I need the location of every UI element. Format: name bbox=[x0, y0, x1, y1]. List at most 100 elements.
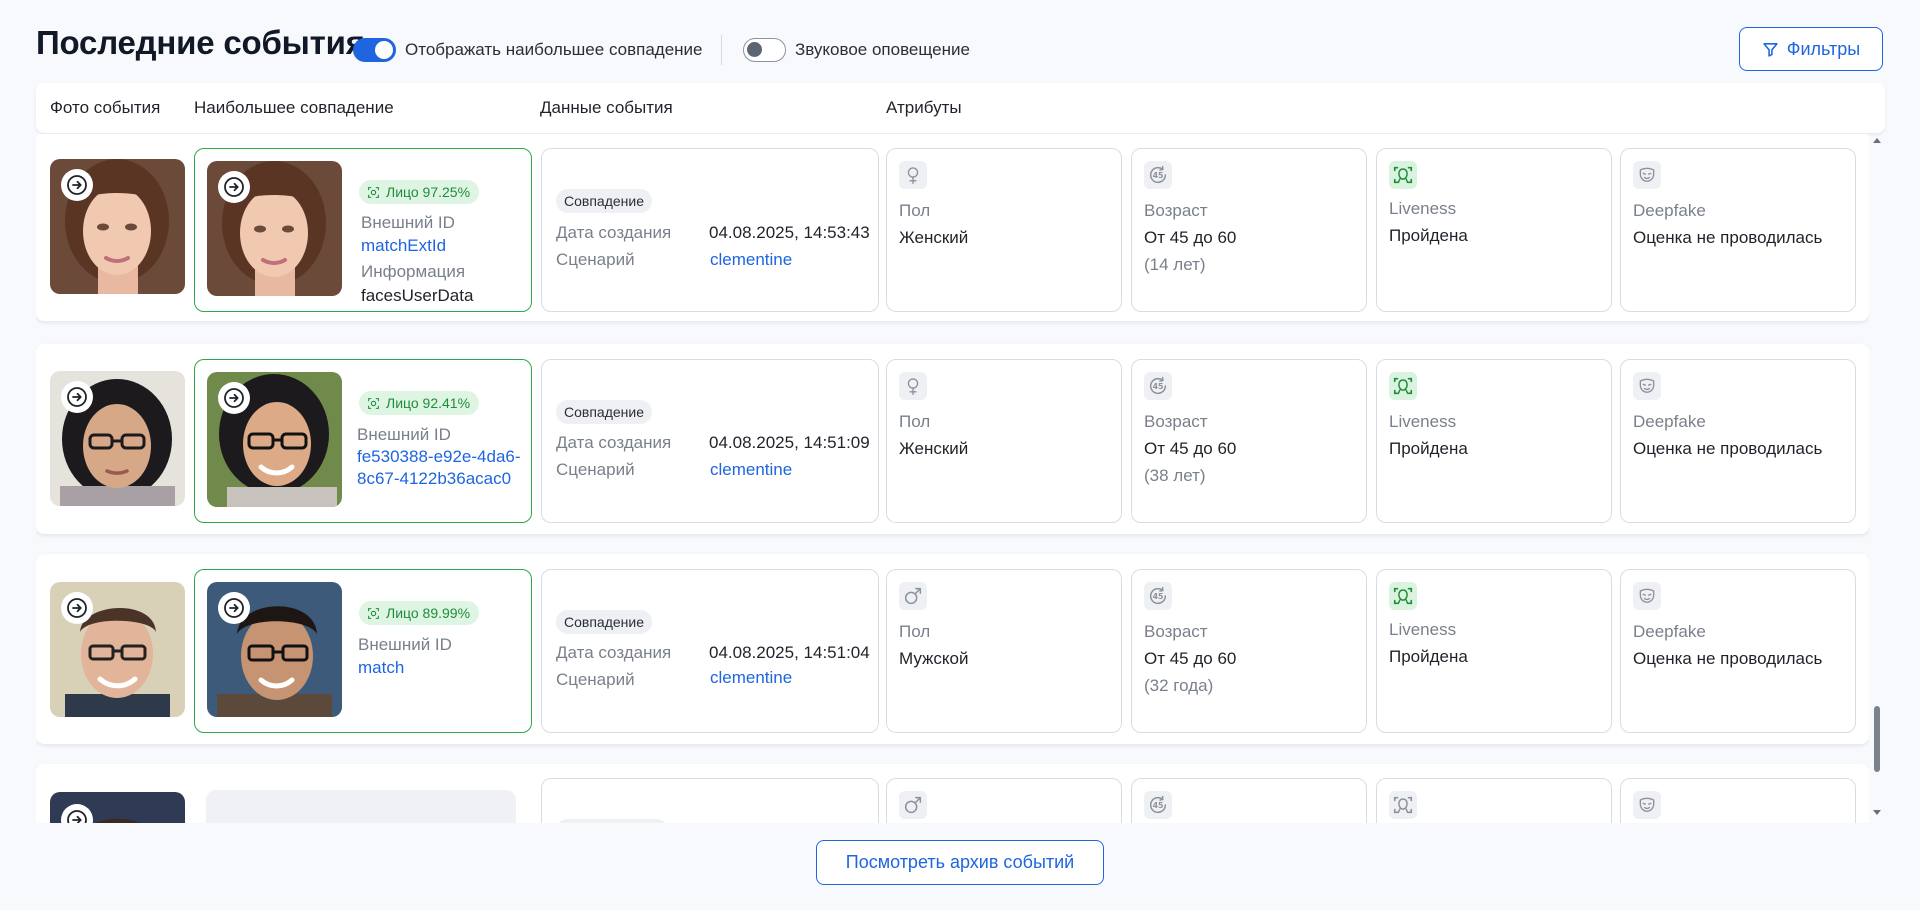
scrollbar[interactable] bbox=[1871, 134, 1883, 823]
deepfake-icon-wrap bbox=[1633, 161, 1661, 189]
deepfake-icon-wrap bbox=[1633, 582, 1661, 610]
gender-card: Пол Женский bbox=[886, 359, 1122, 523]
gender-card bbox=[886, 778, 1122, 823]
scenario-link[interactable]: clementine bbox=[710, 460, 792, 480]
match-score-badge: Лицо 97.25% bbox=[359, 180, 480, 204]
match-score-label: Лицо 89.99% bbox=[386, 605, 471, 621]
match-photo[interactable] bbox=[207, 161, 342, 296]
mask-icon bbox=[1637, 795, 1657, 815]
arrow-right-circle-icon bbox=[222, 386, 246, 410]
event-data-card bbox=[541, 778, 879, 823]
event-photo[interactable] bbox=[50, 159, 185, 294]
best-match-card[interactable]: Лицо 97.25% Внешний ID matchExtId Информ… bbox=[194, 148, 532, 312]
filters-button-label: Фильтры bbox=[1786, 38, 1861, 59]
match-photo[interactable] bbox=[207, 372, 342, 507]
event-type-badge: Совпадение bbox=[556, 189, 652, 213]
scroll-down-icon[interactable] bbox=[1872, 809, 1882, 817]
liveness-label: Liveness bbox=[1389, 412, 1457, 431]
match-score-label: Лицо 97.25% bbox=[386, 184, 471, 200]
age-value: От 45 до 60 bbox=[1144, 439, 1237, 458]
arrow-right-circle-icon bbox=[65, 808, 89, 823]
mask-icon bbox=[1637, 165, 1657, 185]
column-event-data: Данные события bbox=[540, 98, 673, 117]
sound-toggle-label: Звуковое оповещение bbox=[795, 40, 970, 59]
open-event-button[interactable] bbox=[61, 592, 93, 624]
match-score-label: Лицо 92.41% bbox=[386, 395, 471, 411]
external-id-link[interactable]: matchExtId bbox=[361, 235, 446, 257]
liveness-label: Liveness bbox=[1389, 199, 1457, 218]
scenario-label: Сценарий bbox=[556, 670, 635, 689]
filter-icon bbox=[1763, 42, 1778, 57]
created-label: Дата создания bbox=[556, 643, 672, 662]
column-photo: Фото события bbox=[50, 98, 161, 117]
event-photo[interactable] bbox=[50, 792, 185, 823]
match-photo[interactable] bbox=[207, 582, 342, 717]
scenario-link[interactable]: clementine bbox=[710, 668, 792, 688]
gender-card: Пол Мужской bbox=[886, 569, 1122, 733]
age-icon-wrap bbox=[1144, 582, 1172, 610]
liveness-card: Liveness Пройдена bbox=[1376, 569, 1612, 733]
scrollbar-thumb[interactable] bbox=[1874, 706, 1880, 772]
open-match-button[interactable] bbox=[218, 171, 250, 203]
liveness-card: Liveness Пройдена bbox=[1376, 359, 1612, 523]
external-id-link[interactable]: fe530388-e92e-4da6-8c67-4122b36acac0 bbox=[357, 446, 527, 490]
events-list[interactable]: Лицо 97.25% Внешний ID matchExtId Информ… bbox=[36, 134, 1869, 823]
best-match-toggle[interactable] bbox=[353, 38, 396, 62]
age-card: Возраст От 45 до 60 (38 лет) bbox=[1131, 359, 1367, 523]
event-row bbox=[36, 764, 1869, 823]
match-score-badge: Лицо 92.41% bbox=[359, 391, 480, 415]
filters-button[interactable]: Фильтры bbox=[1739, 27, 1883, 71]
liveness-icon-wrap bbox=[1389, 161, 1417, 189]
open-match-button[interactable] bbox=[218, 592, 250, 624]
face-scan-icon bbox=[367, 397, 380, 410]
age-card: Возраст От 45 до 60 (14 лет) bbox=[1131, 148, 1367, 312]
age-card bbox=[1131, 778, 1367, 823]
created-value: 04.08.2025, 14:53:43 bbox=[709, 223, 870, 242]
liveness-icon-wrap bbox=[1389, 791, 1417, 819]
arrow-right-circle-icon bbox=[222, 596, 246, 620]
deepfake-value: Оценка не проводилась bbox=[1633, 439, 1823, 458]
sound-toggle[interactable] bbox=[743, 38, 786, 62]
scenario-link[interactable]: clementine bbox=[710, 250, 792, 270]
open-event-button[interactable] bbox=[61, 381, 93, 413]
scroll-up-icon[interactable] bbox=[1872, 136, 1882, 144]
age-label: Возраст bbox=[1144, 201, 1208, 220]
age-icon-wrap bbox=[1144, 791, 1172, 819]
open-match-button[interactable] bbox=[218, 382, 250, 414]
gender-card: Пол Женский bbox=[886, 148, 1122, 312]
age-sub: (38 лет) bbox=[1144, 466, 1206, 485]
deepfake-card bbox=[1620, 778, 1856, 823]
event-photo[interactable] bbox=[50, 582, 185, 717]
view-archive-button[interactable]: Посмотреть архив событий bbox=[816, 840, 1104, 885]
external-id-link[interactable]: match bbox=[358, 657, 404, 679]
gender-label: Пол bbox=[899, 622, 931, 641]
created-value: 04.08.2025, 14:51:09 bbox=[709, 433, 870, 452]
open-event-button[interactable] bbox=[61, 169, 93, 201]
sound-toggle-group: Звуковое оповещение bbox=[743, 38, 970, 62]
liveness-card bbox=[1376, 778, 1612, 823]
male-icon bbox=[902, 794, 924, 816]
event-data-card: Совпадение Дата создания 04.08.2025, 14:… bbox=[541, 569, 879, 733]
mask-icon bbox=[1637, 376, 1657, 396]
arrow-right-circle-icon bbox=[65, 596, 89, 620]
liveness-icon bbox=[1392, 585, 1414, 607]
event-type-badge: Совпадение bbox=[556, 610, 652, 634]
age-label: Возраст bbox=[1144, 622, 1208, 641]
column-best-match: Наибольшее совпадение bbox=[194, 98, 394, 117]
external-id-label: Внешний ID bbox=[357, 425, 451, 444]
best-match-card[interactable]: Лицо 89.99% Внешний ID match bbox=[194, 569, 532, 733]
female-icon bbox=[903, 376, 923, 396]
gender-icon-wrap bbox=[899, 791, 927, 819]
male-icon bbox=[902, 585, 924, 607]
face-scan-icon bbox=[367, 186, 380, 199]
column-attributes: Атрибуты bbox=[886, 98, 962, 117]
page-title: Последние события bbox=[36, 24, 365, 61]
age-value: От 45 до 60 bbox=[1144, 649, 1237, 668]
age-icon bbox=[1147, 375, 1169, 397]
best-match-toggle-label: Отображать наибольшее совпадение bbox=[405, 40, 703, 59]
match-score-badge: Лицо 89.99% bbox=[359, 601, 480, 625]
gender-value: Мужской bbox=[899, 649, 969, 668]
event-photo[interactable] bbox=[50, 371, 185, 506]
gender-value: Женский bbox=[899, 439, 969, 458]
best-match-card[interactable]: Лицо 92.41% Внешний ID fe530388-e92e-4da… bbox=[194, 359, 532, 523]
